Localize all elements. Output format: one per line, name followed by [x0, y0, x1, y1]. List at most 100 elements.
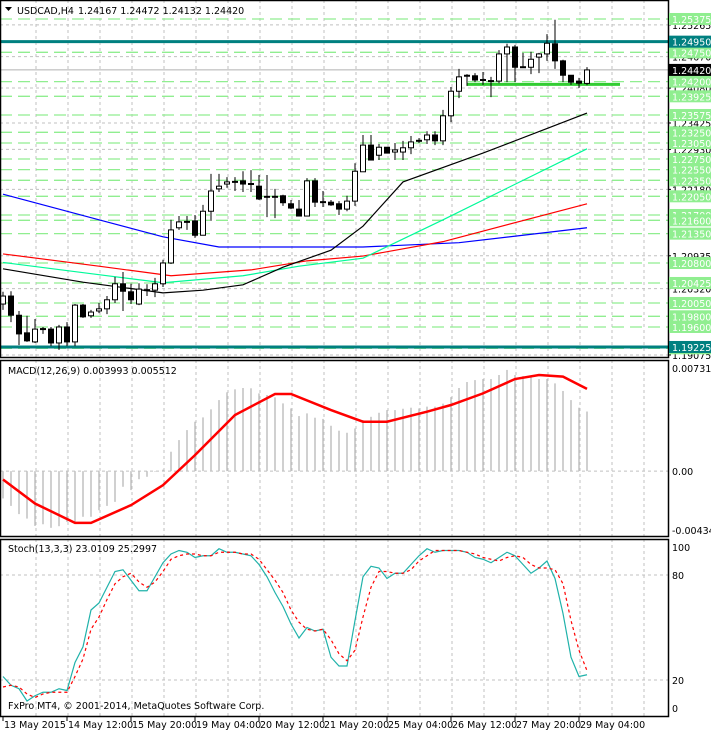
candle-body — [432, 134, 438, 142]
candle-body — [536, 53, 542, 58]
candle — [344, 195, 350, 212]
stoch-axis-label: 100 — [672, 543, 690, 554]
pane-frames — [0, 0, 670, 718]
candle — [368, 134, 374, 161]
candle-body — [584, 69, 590, 84]
candle — [16, 310, 22, 346]
price-axis-label: 1.25375 — [672, 15, 711, 26]
mt4-chart-window[interactable]: 1.252651.246701.240801.234251.229301.221… — [0, 0, 711, 733]
pane-border — [0, 538, 670, 718]
pane-border — [0, 359, 670, 538]
candle-body — [216, 185, 222, 190]
symbol-label: USDCAD,H4 — [17, 6, 74, 17]
stoch-main-line — [2, 548, 588, 702]
stochastic-pane — [2, 548, 588, 702]
candle-body — [576, 80, 582, 84]
candle — [160, 259, 166, 287]
candle-body — [272, 195, 278, 198]
candle — [576, 77, 582, 89]
candle — [112, 276, 118, 303]
candle-body — [368, 144, 374, 161]
candle — [408, 136, 414, 155]
candle — [280, 194, 286, 206]
candle — [520, 52, 526, 69]
candle — [552, 19, 558, 69]
price-axis-label: 1.24750 — [672, 48, 711, 59]
time-axis-label: 14 May 12:00 — [68, 720, 133, 731]
candle — [360, 134, 366, 173]
stoch-axis-label: 20 — [672, 676, 684, 687]
candle-body — [80, 304, 86, 318]
stoch-signal-line — [2, 549, 588, 699]
candle-body — [376, 146, 382, 156]
candle — [456, 68, 462, 99]
candle-body — [288, 203, 294, 209]
candle-body — [480, 79, 486, 82]
candle — [104, 296, 110, 315]
price-axis-label: 1.24950 — [672, 38, 711, 49]
candle — [176, 216, 182, 230]
price-axis[interactable]: 1.252651.246701.240801.234251.229301.221… — [668, 12, 711, 715]
time-axis-label: 19 May 04:00 — [196, 720, 261, 731]
candle — [64, 322, 70, 347]
candle-body — [520, 66, 526, 69]
stoch-title: Stoch(13,3,3) 23.0109 25.2997 — [8, 544, 157, 555]
candle — [472, 73, 478, 83]
candle — [528, 51, 534, 75]
candle-body — [544, 42, 550, 55]
candle-body — [40, 328, 46, 331]
candle — [224, 177, 230, 188]
candle-body — [144, 289, 150, 292]
price-axis-label: 1.23575 — [672, 111, 711, 122]
candle-body — [264, 195, 270, 198]
candle-body — [488, 80, 494, 83]
time-axis[interactable]: 13 May 2015 14 May 12:0015 May 20:0019 Ma… — [2, 716, 645, 731]
price-axis-label: 1.21350 — [672, 230, 711, 241]
candle — [72, 304, 78, 347]
dropdown-triangle-icon[interactable] — [5, 7, 12, 11]
candle-body — [440, 115, 446, 142]
candle-body — [552, 43, 558, 62]
candle-body — [528, 58, 534, 68]
candle-body — [424, 134, 430, 141]
candle — [24, 315, 30, 342]
time-axis-label: 13 May 2015 — [4, 720, 66, 731]
candle-body — [344, 200, 350, 210]
candle-body — [24, 332, 30, 342]
candle — [48, 326, 54, 347]
candle — [40, 326, 46, 334]
macd-axis-label: 0.00 — [672, 467, 693, 478]
candle — [256, 174, 262, 201]
candle — [144, 284, 150, 297]
candle-body — [184, 220, 190, 223]
candle — [376, 144, 382, 161]
time-axis-label: 29 May 04:00 — [580, 720, 645, 731]
candle — [192, 214, 198, 238]
price-axis-label: 1.20425 — [672, 279, 711, 290]
candle-body — [312, 180, 318, 203]
candle-body — [168, 229, 174, 264]
macd-axis-label: -0.004347 — [672, 526, 711, 537]
candle — [296, 200, 302, 217]
candle-body — [560, 60, 566, 76]
candle-body — [56, 326, 62, 344]
candle-body — [504, 46, 510, 55]
price-axis-label: 1.23050 — [672, 139, 711, 150]
time-axis-label: 21 May 20:00 — [324, 720, 389, 731]
price-axis-label: 1.20050 — [672, 299, 711, 310]
macd-title: MACD(12,26,9) 0.003993 0.005512 — [8, 366, 177, 377]
candle-body — [320, 201, 326, 204]
candle-body — [112, 283, 118, 301]
candlesticks — [0, 19, 590, 350]
candle-body — [336, 203, 342, 210]
chart-header: USDCAD,H4 1.24167 1.24472 1.24132 1.2442… — [5, 6, 244, 17]
time-axis-label: 27 May 20:00 — [516, 720, 581, 731]
ma-black-line — [2, 112, 588, 294]
ohlc-values: 1.24167 1.24472 1.24132 1.24420 — [78, 6, 244, 17]
candle — [336, 201, 342, 215]
candle-body — [456, 76, 462, 92]
candle-body — [16, 314, 22, 335]
price-axis-label: 1.19600 — [672, 323, 711, 334]
pane-border — [0, 0, 670, 359]
candle-body — [568, 74, 574, 83]
